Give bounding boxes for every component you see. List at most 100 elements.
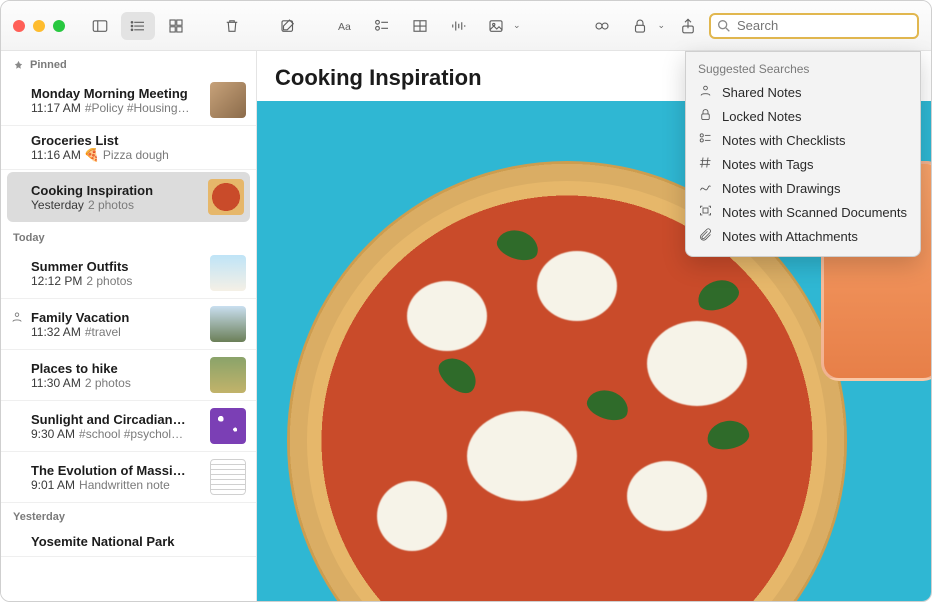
window-controls <box>13 20 65 32</box>
note-meta: #Policy #Housing… <box>85 101 190 115</box>
note-row-title: Places to hike <box>31 361 202 376</box>
suggestion-item[interactable]: Shared Notes <box>686 80 920 104</box>
note-thumbnail <box>210 306 246 342</box>
suggestion-item[interactable]: Notes with Tags <box>686 152 920 176</box>
scan-icon <box>698 203 713 221</box>
notes-sidebar[interactable]: Pinned Monday Morning Meeting 11:17 AM #… <box>1 51 257 601</box>
suggestion-label: Notes with Tags <box>722 157 814 172</box>
today-label: Today <box>13 232 45 244</box>
note-row-title: The Evolution of Massi… <box>31 463 202 478</box>
suggestion-item[interactable]: Notes with Checklists <box>686 128 920 152</box>
lock-button[interactable] <box>623 12 657 40</box>
note-meta: #school #psychol… <box>79 427 183 441</box>
photo-icon <box>487 17 505 35</box>
gallery-view-button[interactable] <box>159 12 193 40</box>
search-input[interactable] <box>709 13 919 39</box>
table-icon <box>411 17 429 35</box>
note-thumbnail <box>210 408 246 444</box>
format-button[interactable]: Aa <box>327 12 361 40</box>
table-button[interactable] <box>403 12 437 40</box>
note-row[interactable]: Family Vacation 11:32 AM #travel <box>1 299 256 350</box>
note-meta: 2 photos <box>88 198 134 212</box>
pinned-section-header: Pinned <box>1 51 256 75</box>
suggestion-label: Shared Notes <box>722 85 802 100</box>
note-meta: #travel <box>85 325 121 339</box>
note-thumbnail <box>208 179 244 215</box>
note-row[interactable]: Places to hike 11:30 AM 2 photos <box>1 350 256 401</box>
note-text: Sunlight and Circadian… 9:30 AM #school … <box>31 412 202 441</box>
note-time: Yesterday <box>31 198 84 212</box>
minimize-window-button[interactable] <box>33 20 45 32</box>
close-window-button[interactable] <box>13 20 25 32</box>
note-text: Groceries List 11:16 AM 🍕Pizza dough <box>31 133 246 162</box>
note-row-title: Groceries List <box>31 133 246 148</box>
new-note-button[interactable] <box>271 12 305 40</box>
checklist-button[interactable] <box>365 12 399 40</box>
note-row-subtitle: 12:12 PM 2 photos <box>31 274 202 288</box>
note-row[interactable]: Sunlight and Circadian… 9:30 AM #school … <box>1 401 256 452</box>
note-meta: 2 photos <box>85 376 131 390</box>
emoji-icon: 🍕 <box>85 148 99 162</box>
suggestion-item[interactable]: Notes with Attachments <box>686 224 920 248</box>
checklist-icon <box>373 17 391 35</box>
suggestion-item[interactable]: Locked Notes <box>686 104 920 128</box>
pin-icon <box>13 60 24 71</box>
note-row-title: Summer Outfits <box>31 259 202 274</box>
note-text: Family Vacation 11:32 AM #travel <box>31 310 202 339</box>
suggestion-item[interactable]: Notes with Drawings <box>686 176 920 200</box>
note-row[interactable]: Summer Outfits 12:12 PM 2 photos <box>1 248 256 299</box>
note-time: 11:32 AM <box>31 325 81 339</box>
note-row-subtitle: 11:30 AM 2 photos <box>31 376 202 390</box>
zoom-window-button[interactable] <box>53 20 65 32</box>
suggestion-label: Notes with Attachments <box>722 229 858 244</box>
note-text: Monday Morning Meeting 11:17 AM #Policy … <box>31 86 202 115</box>
note-text: The Evolution of Massi… 9:01 AM Handwrit… <box>31 463 202 492</box>
media-button[interactable] <box>479 12 513 40</box>
list-view-button[interactable] <box>121 12 155 40</box>
note-row[interactable]: Yosemite National Park <box>1 527 256 557</box>
note-row-subtitle: 9:30 AM #school #psychol… <box>31 427 202 441</box>
note-thumbnail <box>210 459 246 495</box>
list-icon <box>129 17 147 35</box>
note-text: Places to hike 11:30 AM 2 photos <box>31 361 202 390</box>
note-time: 11:30 AM <box>31 376 81 390</box>
note-row-title: Cooking Inspiration <box>31 183 200 198</box>
share-button[interactable] <box>671 12 705 40</box>
suggestion-label: Locked Notes <box>722 109 802 124</box>
sidebar-icon <box>91 17 109 35</box>
media-chevron-icon: ⌄ <box>513 20 521 31</box>
note-row[interactable]: Groceries List 11:16 AM 🍕Pizza dough <box>1 126 256 170</box>
note-text: Summer Outfits 12:12 PM 2 photos <box>31 259 202 288</box>
note-row[interactable]: Cooking Inspiration Yesterday 2 photos <box>7 172 250 222</box>
tag-icon <box>698 155 713 173</box>
note-row-subtitle: Yesterday 2 photos <box>31 198 200 212</box>
toggle-sidebar-button[interactable] <box>83 12 117 40</box>
note-time: 11:16 AM <box>31 148 81 162</box>
note-time: 12:12 PM <box>31 274 82 288</box>
notes-window: Aa ⌄ ⌄ <box>0 0 932 602</box>
audio-button[interactable] <box>441 12 475 40</box>
suggestion-label: Notes with Drawings <box>722 181 841 196</box>
pinned-label: Pinned <box>30 59 67 71</box>
suggestion-item[interactable]: Notes with Scanned Documents <box>686 200 920 224</box>
note-row-title: Family Vacation <box>31 310 202 325</box>
lock-icon <box>631 17 649 35</box>
share-icon <box>679 17 697 35</box>
lock-icon <box>698 107 713 125</box>
suggestion-label: Notes with Checklists <box>722 133 846 148</box>
shared-icon <box>698 83 713 101</box>
note-row[interactable]: Monday Morning Meeting 11:17 AM #Policy … <box>1 75 256 126</box>
today-section-header: Today <box>1 224 256 248</box>
link-icon <box>593 17 611 35</box>
delete-note-button[interactable] <box>215 12 249 40</box>
note-row-subtitle: 11:32 AM #travel <box>31 325 202 339</box>
note-time: 9:01 AM <box>31 478 75 492</box>
lock-chevron-icon: ⌄ <box>657 20 665 31</box>
note-time: 9:30 AM <box>31 427 75 441</box>
trash-icon <box>223 17 241 35</box>
link-button[interactable] <box>585 12 619 40</box>
compose-icon <box>279 17 297 35</box>
yesterday-section-header: Yesterday <box>1 503 256 527</box>
note-row[interactable]: The Evolution of Massi… 9:01 AM Handwrit… <box>1 452 256 503</box>
search-icon <box>716 18 732 34</box>
